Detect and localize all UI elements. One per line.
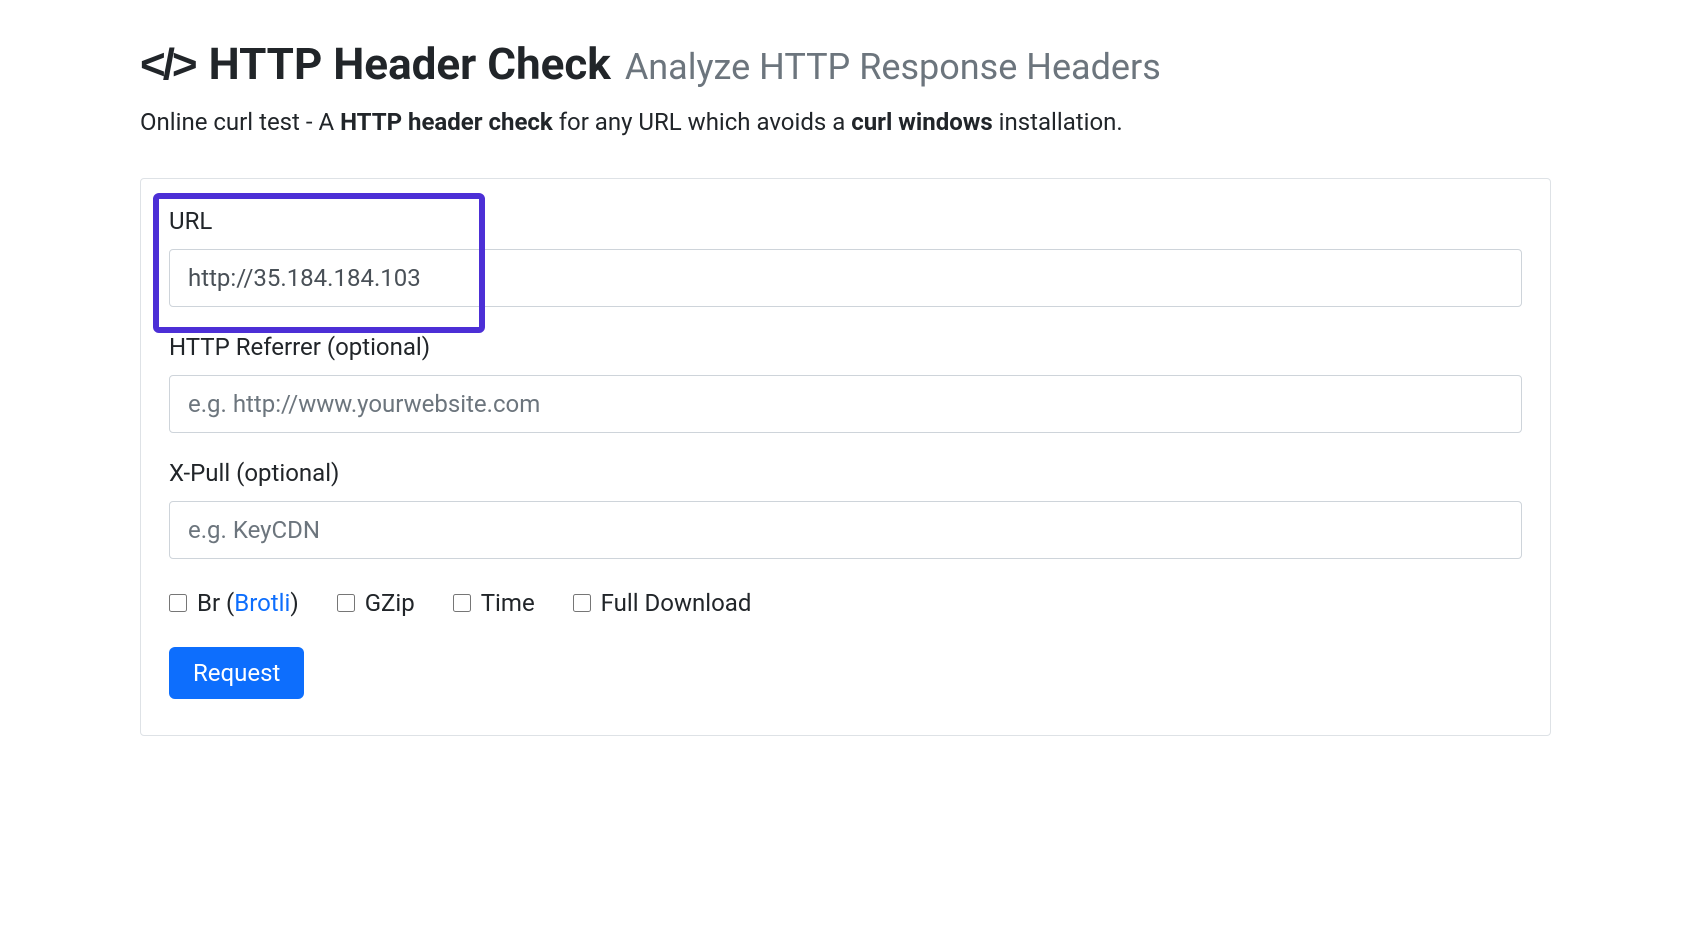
gzip-label: GZip: [365, 589, 415, 617]
referrer-label: HTTP Referrer (optional): [169, 333, 1522, 361]
checkbox-item-time[interactable]: Time: [453, 589, 535, 617]
brotli-link[interactable]: Brotli: [234, 589, 290, 617]
page-subtitle: Analyze HTTP Response Headers: [625, 48, 1161, 88]
checkbox-item-full-download[interactable]: Full Download: [573, 589, 752, 617]
page-description: Online curl test - A HTTP header check f…: [140, 106, 1551, 140]
br-suffix: ): [290, 589, 298, 617]
desc-bold2: curl windows: [851, 108, 993, 136]
desc-bold1: HTTP header check: [340, 108, 553, 136]
full-download-checkbox[interactable]: [573, 594, 591, 612]
form-card: URL HTTP Referrer (optional) X-Pull (opt…: [140, 178, 1551, 736]
br-prefix: Br (: [197, 589, 234, 617]
time-label: Time: [481, 589, 535, 617]
checkbox-item-br[interactable]: Br (Brotli): [169, 589, 299, 617]
code-icon: </>: [140, 43, 195, 87]
referrer-input[interactable]: [169, 375, 1522, 433]
form-group-xpull: X-Pull (optional): [169, 459, 1522, 559]
form-group-referrer: HTTP Referrer (optional): [169, 333, 1522, 433]
desc-suffix: installation.: [993, 108, 1123, 136]
page-header: </> HTTP Header Check Analyze HTTP Respo…: [140, 40, 1551, 88]
checkbox-row: Br (Brotli) GZip Time Full Download: [169, 589, 1522, 617]
full-download-label: Full Download: [601, 589, 752, 617]
br-checkbox[interactable]: [169, 594, 187, 612]
xpull-label: X-Pull (optional): [169, 459, 1522, 487]
form-group-url: URL: [169, 207, 1522, 307]
gzip-checkbox[interactable]: [337, 594, 355, 612]
br-label: Br (Brotli): [197, 589, 299, 617]
page-title: HTTP Header Check: [209, 40, 611, 88]
xpull-input[interactable]: [169, 501, 1522, 559]
time-checkbox[interactable]: [453, 594, 471, 612]
desc-mid: for any URL which avoids a: [553, 108, 851, 136]
request-button[interactable]: Request: [169, 647, 304, 699]
desc-prefix: Online curl test - A: [140, 108, 340, 136]
url-label: URL: [169, 207, 1522, 235]
url-input[interactable]: [169, 249, 1522, 307]
checkbox-item-gzip[interactable]: GZip: [337, 589, 415, 617]
